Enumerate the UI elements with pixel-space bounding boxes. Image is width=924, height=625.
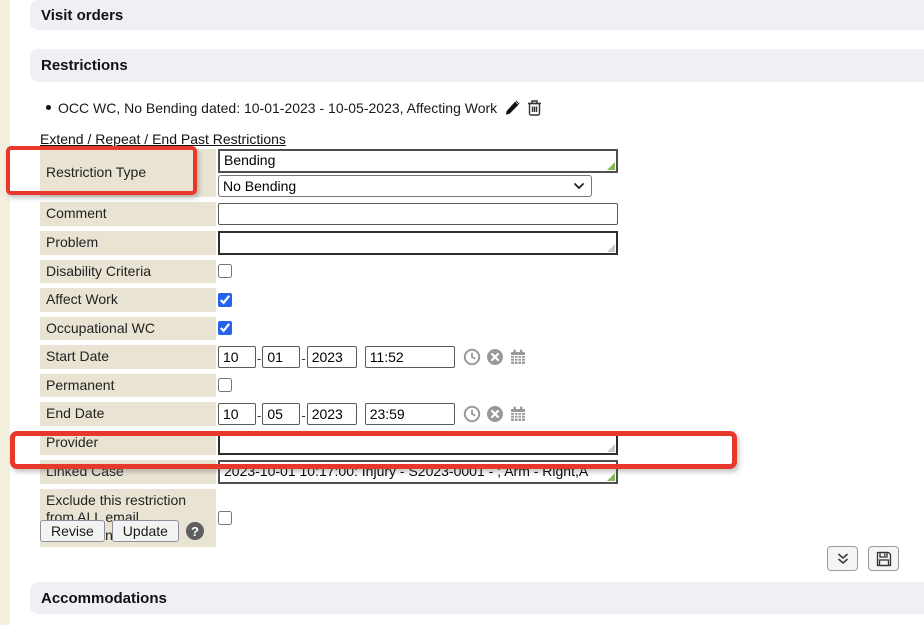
revise-button[interactable]: Revise (40, 520, 105, 542)
visit-orders-title: Visit orders (30, 7, 123, 24)
row-end-date: End Date - - (40, 402, 640, 426)
row-problem: Problem (40, 231, 640, 255)
restrictions-title: Restrictions (30, 57, 128, 74)
affect-work-label: Affect Work (40, 288, 216, 312)
restrictions-page: Visit orders Restrictions Accommodations… (0, 0, 924, 625)
occupational-wc-checkbox[interactable] (218, 321, 232, 335)
restriction-form: Restriction Type Bending No Bending Comm… (40, 149, 640, 552)
row-disability-criteria: Disability Criteria (40, 260, 640, 284)
date-separator: - (301, 408, 305, 423)
end-day-input[interactable] (262, 403, 300, 425)
affect-work-checkbox[interactable] (218, 293, 232, 307)
row-linked-case: Linked Case 2023-10-01 10:17:00: Injury … (40, 460, 640, 484)
disability-criteria-label: Disability Criteria (40, 260, 216, 284)
extend-repeat-end-link[interactable]: Extend / Repeat / End Past Restrictions (40, 131, 286, 147)
date-separator: - (257, 351, 261, 366)
end-time-input[interactable] (365, 403, 455, 425)
visit-orders-section-bar: Visit orders (30, 0, 924, 30)
collapse-section-button[interactable] (827, 546, 858, 571)
edit-icon[interactable] (504, 100, 520, 116)
comment-input[interactable] (218, 203, 618, 225)
double-chevron-down-icon (836, 552, 850, 566)
row-occupational-wc: Occupational WC (40, 317, 640, 341)
accommodations-title: Accommodations (30, 590, 167, 607)
start-year-input[interactable] (307, 346, 357, 368)
row-provider: Provider (40, 431, 640, 455)
bullet-icon (46, 105, 51, 110)
linked-case-input[interactable]: 2023-10-01 10:17:00: Injury - S2023-0001… (218, 460, 618, 484)
problem-input[interactable] (218, 231, 618, 255)
start-day-input[interactable] (262, 346, 300, 368)
accommodations-section-bar: Accommodations (30, 582, 924, 614)
start-month-input[interactable] (218, 346, 256, 368)
linked-case-label: Linked Case (40, 460, 216, 484)
restriction-subtype-select[interactable]: No Bending (218, 175, 592, 197)
restrictions-section-bar: Restrictions (30, 49, 924, 82)
start-date-label: Start Date (40, 345, 216, 369)
save-icon (876, 551, 892, 567)
row-permanent: Permanent (40, 374, 640, 398)
form-actions: Revise Update ? (40, 520, 204, 542)
calendar-icon[interactable] (509, 405, 527, 423)
clear-date-icon[interactable] (486, 348, 504, 366)
end-year-input[interactable] (307, 403, 357, 425)
permanent-checkbox[interactable] (218, 378, 232, 392)
provider-input[interactable] (218, 431, 618, 455)
clock-icon[interactable] (463, 348, 481, 366)
update-button[interactable]: Update (112, 520, 179, 542)
end-date-label: End Date (40, 402, 216, 426)
restriction-type-label: Restriction Type (40, 149, 216, 197)
delete-icon[interactable] (527, 99, 542, 116)
page-left-margin (0, 0, 10, 625)
date-separator: - (257, 408, 261, 423)
provider-label: Provider (40, 431, 216, 455)
clock-icon[interactable] (463, 405, 481, 423)
end-month-input[interactable] (218, 403, 256, 425)
clear-date-icon[interactable] (486, 405, 504, 423)
start-time-input[interactable] (365, 346, 455, 368)
disability-criteria-checkbox[interactable] (218, 264, 232, 278)
help-icon[interactable]: ? (186, 522, 204, 540)
permanent-label: Permanent (40, 374, 216, 398)
row-comment: Comment (40, 202, 640, 226)
restriction-list-item: OCC WC, No Bending dated: 10-01-2023 - 1… (46, 99, 542, 116)
comment-label: Comment (40, 202, 216, 226)
row-affect-work: Affect Work (40, 288, 640, 312)
restriction-item-text: OCC WC, No Bending dated: 10-01-2023 - 1… (58, 100, 497, 116)
exclude-email-checkbox[interactable] (218, 511, 232, 525)
calendar-icon[interactable] (509, 348, 527, 366)
row-start-date: Start Date - - (40, 345, 640, 369)
occupational-wc-label: Occupational WC (40, 317, 216, 341)
restriction-type-input[interactable]: Bending (218, 149, 618, 173)
row-restriction-type: Restriction Type Bending No Bending (40, 149, 640, 197)
date-separator: - (301, 351, 305, 366)
problem-label: Problem (40, 231, 216, 255)
save-section-button[interactable] (868, 546, 899, 571)
